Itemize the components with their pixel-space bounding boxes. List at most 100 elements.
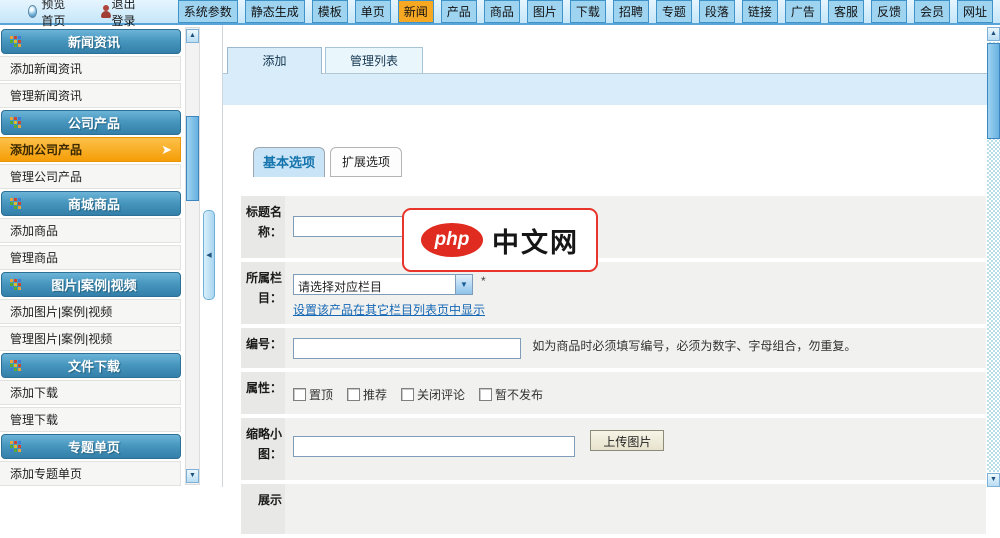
sidebar-section-media[interactable]: 图片|案例|视频	[1, 272, 181, 297]
section-title: 文件下载	[67, 359, 120, 374]
sidebar-section-company-product[interactable]: 公司产品	[1, 110, 181, 135]
section-title: 新闻资讯	[67, 35, 120, 50]
menu-ads[interactable]: 广告	[784, 0, 821, 23]
menu-template[interactable]: 模板	[311, 0, 348, 23]
menu-special[interactable]: 专题	[655, 0, 692, 23]
code-hint: 如为商品时必须填写编号，必须为数字、字母组合，勿重复。	[532, 338, 857, 353]
checkbox-pin-top[interactable]	[293, 388, 306, 401]
sidebar-item-label: 添加公司产品	[10, 143, 83, 157]
code-input[interactable]	[293, 338, 521, 359]
sidebar-item-label: 添加商品	[10, 224, 59, 238]
thumbnail-input[interactable]	[293, 436, 575, 457]
grid-icon	[10, 116, 22, 129]
upload-image-button[interactable]: 上传图片	[590, 430, 665, 451]
sidebar-section-news[interactable]: 新闻资讯	[1, 29, 181, 54]
form-row-attributes: 属性： 置顶 推荐 关闭评论 暂不发布	[241, 372, 986, 414]
menu-url[interactable]: 网址	[956, 0, 993, 23]
sidebar-item-manage-goods[interactable]: 管理商品	[0, 245, 181, 270]
main-panel: 添加 管理列表 基本选项 扩展选项 标题名称： 所属栏目： 请选择对应栏目 ▼ …	[222, 25, 989, 534]
form-row-display: 展示	[241, 484, 986, 534]
grid-icon	[10, 197, 22, 210]
logout-link[interactable]: 退出登录	[112, 0, 144, 29]
menu-single-page[interactable]: 单页	[354, 0, 391, 23]
scroll-down-icon[interactable]: ▼	[186, 469, 199, 483]
sidebar-item-label: 添加专题单页	[10, 467, 83, 481]
form-row-title: 标题名称：	[241, 196, 986, 258]
sidebar-item-add-special-page[interactable]: 添加专题单页	[0, 461, 181, 486]
tab-add[interactable]: 添加	[227, 47, 322, 74]
checkbox-close-comments[interactable]	[401, 388, 415, 401]
sidebar-item-manage-news[interactable]: 管理新闻资讯	[0, 83, 181, 108]
scroll-up-icon[interactable]: ▲	[987, 27, 1000, 41]
sidebar-collapse-button[interactable]: ◀	[203, 210, 215, 300]
section-title: 商城商品	[67, 197, 120, 212]
checkbox-unpublished[interactable]	[479, 388, 493, 401]
checkbox-recommend[interactable]	[347, 388, 361, 401]
checkbox-recommend-label: 推荐	[363, 388, 388, 402]
chevron-down-icon: ▼	[455, 275, 472, 294]
menu-feedback[interactable]: 反馈	[870, 0, 907, 23]
title-label: 标题名称：	[241, 196, 285, 258]
sidebar-item-add-company-product[interactable]: 添加公司产品 ➤	[0, 137, 181, 162]
subtab-basic-options[interactable]: 基本选项	[253, 147, 325, 177]
php-chinese-net-watermark: php 中文网	[402, 208, 598, 272]
subtab-extended-options[interactable]: 扩展选项	[330, 147, 402, 177]
checkbox-close-comments-label: 关闭评论	[417, 388, 466, 402]
tab-band	[223, 73, 989, 105]
sidebar-item-add-news[interactable]: 添加新闻资讯	[0, 56, 181, 81]
menu-static-gen[interactable]: 静态生成	[244, 0, 305, 23]
section-title: 专题单页	[67, 440, 120, 455]
tab-manage-list[interactable]: 管理列表	[325, 47, 423, 74]
grid-icon	[10, 359, 22, 372]
sidebar-item-add-media[interactable]: 添加图片|案例|视频	[0, 299, 181, 324]
sidebar-section-special-page[interactable]: 专题单页	[1, 434, 181, 459]
scroll-up-icon[interactable]: ▲	[186, 29, 199, 43]
sidebar-item-label: 管理下载	[10, 413, 59, 427]
top-menu: 系统参数 静态生成 模板 单页 新闻 产品 商品 图片 下载 招聘 专题 段落 …	[177, 0, 1000, 23]
php-logo-icon: php	[421, 223, 483, 257]
sidebar-section-mall-goods[interactable]: 商城商品	[1, 191, 181, 216]
grid-icon	[10, 35, 22, 48]
menu-recruit[interactable]: 招聘	[612, 0, 649, 23]
sidebar-item-label: 添加图片|案例|视频	[10, 305, 113, 319]
form-row-code: 编号： 如为商品时必须填写编号，必须为数字、字母组合，勿重复。	[241, 328, 986, 368]
scroll-down-icon[interactable]: ▼	[987, 473, 1000, 487]
checkbox-unpublished-label: 暂不发布	[495, 388, 544, 402]
category-other-columns-link[interactable]: 设置该产品在其它栏目列表页中显示	[293, 301, 485, 318]
sidebar-scroll-thumb[interactable]	[186, 116, 199, 201]
menu-goods[interactable]: 商品	[483, 0, 520, 23]
menu-member[interactable]: 会员	[913, 0, 950, 23]
menu-download[interactable]: 下载	[569, 0, 606, 23]
sidebar-item-manage-download[interactable]: 管理下载	[0, 407, 181, 432]
menu-picture[interactable]: 图片	[526, 0, 563, 23]
watermark-text: 中文网	[492, 227, 579, 258]
menu-links[interactable]: 链接	[741, 0, 778, 23]
checkbox-pin-top-label: 置顶	[309, 388, 334, 402]
sidebar-section-file-download[interactable]: 文件下载	[1, 353, 181, 378]
sidebar: 新闻资讯 添加新闻资讯 管理新闻资讯 公司产品 添加公司产品 ➤ 管理公司产品 …	[0, 28, 183, 487]
required-mark: *	[481, 273, 486, 288]
main-scrollbar[interactable]: ▲ ▼	[987, 27, 1000, 487]
grid-icon	[10, 278, 22, 291]
category-select[interactable]: 请选择对应栏目 ▼	[293, 274, 473, 295]
preview-home-link[interactable]: 预览首页	[41, 0, 73, 29]
menu-service[interactable]: 客服	[827, 0, 864, 23]
display-label: 展示	[241, 484, 285, 534]
main-scroll-thumb[interactable]	[987, 43, 1000, 139]
code-label: 编号：	[241, 328, 285, 368]
category-select-value: 请选择对应栏目	[298, 280, 383, 294]
sidebar-item-manage-company-product[interactable]: 管理公司产品	[0, 164, 181, 189]
sidebar-scrollbar[interactable]: ▲ ▼	[185, 27, 200, 485]
menu-paragraph[interactable]: 段落	[698, 0, 735, 23]
sidebar-item-label: 管理公司产品	[10, 170, 83, 184]
menu-news[interactable]: 新闻	[397, 0, 434, 23]
sidebar-item-add-goods[interactable]: 添加商品	[0, 218, 181, 243]
menu-product[interactable]: 产品	[440, 0, 477, 23]
sidebar-item-manage-media[interactable]: 管理图片|案例|视频	[0, 326, 181, 351]
top-bar: 预览首页 退出登录 系统参数 静态生成 模板 单页 新闻 产品 商品 图片 下载…	[0, 0, 1000, 28]
sidebar-item-label: 添加下载	[10, 386, 59, 400]
menu-system-params[interactable]: 系统参数	[177, 0, 238, 23]
form-row-thumbnail: 缩略小图： 上传图片	[241, 418, 986, 480]
sidebar-item-label: 添加新闻资讯	[10, 62, 83, 76]
sidebar-item-add-download[interactable]: 添加下载	[0, 380, 181, 405]
